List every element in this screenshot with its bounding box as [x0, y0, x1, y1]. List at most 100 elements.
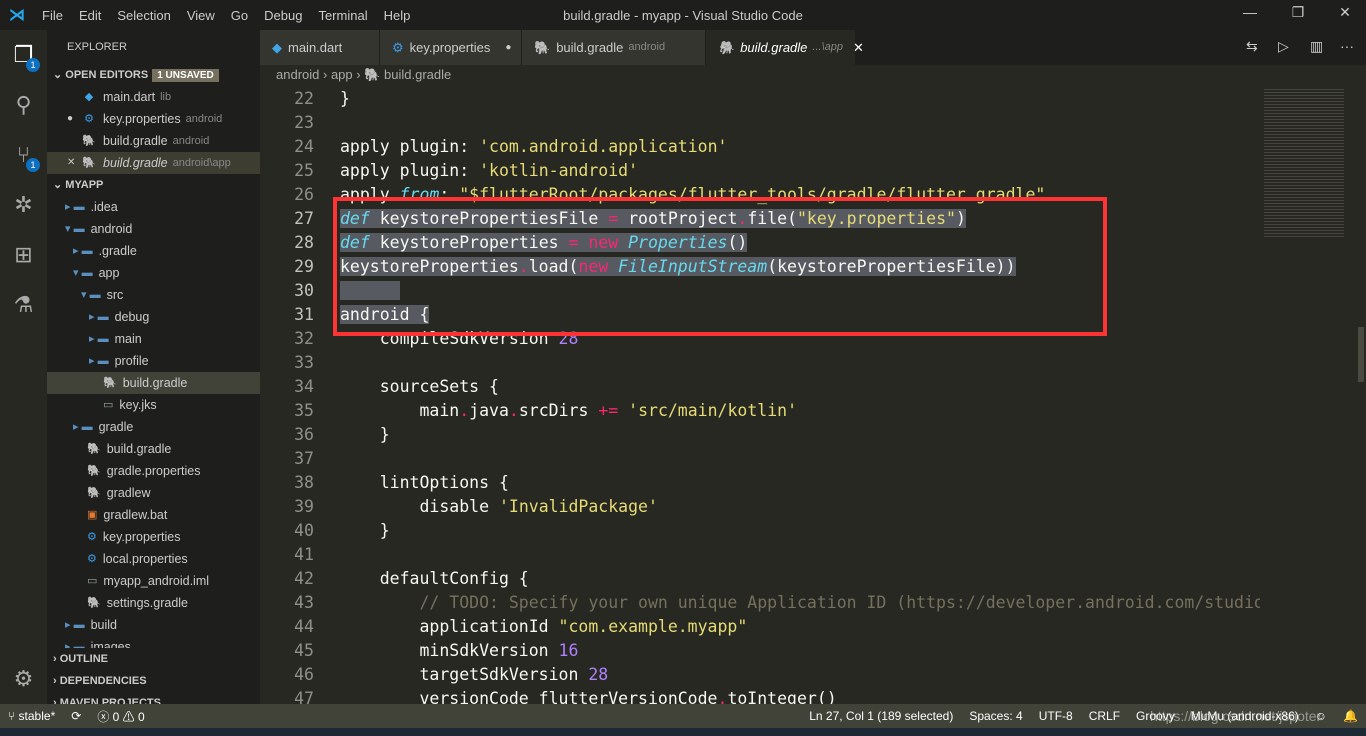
open-editor-item[interactable]: ✕ 🐘 build.gradle android\app	[47, 152, 260, 174]
tree-item[interactable]: ▾ ▬ app	[47, 262, 260, 284]
code-token: minSdkVersion	[340, 641, 559, 660]
source-control-icon[interactable]: ⑂ 1	[0, 130, 47, 180]
tree-item[interactable]: 🐘 build.gradle	[47, 438, 260, 460]
gradle-icon: 🐘	[82, 157, 96, 169]
line-number: 41	[294, 545, 314, 564]
tree-item[interactable]: ▾ ▬ android	[47, 218, 260, 240]
section-dependencies[interactable]: › DEPENDENCIES	[47, 670, 260, 692]
run-icon[interactable]: ▷	[1278, 38, 1289, 55]
breadcrumb-app[interactable]: app	[331, 67, 353, 82]
unsaved-dot-icon[interactable]: ●	[505, 30, 511, 65]
close-icon[interactable]: ✕	[67, 152, 81, 174]
tree-item[interactable]: ▣ gradlew.bat	[47, 504, 260, 526]
menu-debug[interactable]: Debug	[256, 8, 310, 23]
maximize-button[interactable]: ❐	[1278, 4, 1318, 21]
tab-key-properties[interactable]: ⚙ key.properties ●	[380, 30, 522, 65]
explorer-icon[interactable]: ❐ 1	[0, 30, 47, 80]
tree-item[interactable]: 🐘 settings.gradle	[47, 592, 260, 614]
tree-item[interactable]: ▸ ▬ .gradle	[47, 240, 260, 262]
tree-item[interactable]: ▸ ▬ build	[47, 614, 260, 636]
tree-item[interactable]: 🐘 build.gradle	[47, 372, 260, 394]
notifications-bell-icon[interactable]: 🔔	[1335, 709, 1366, 723]
tree-item[interactable]: ▸ ▬ profile	[47, 350, 260, 372]
search-icon[interactable]: ⚲	[0, 80, 47, 130]
minimap[interactable]	[1260, 87, 1356, 704]
code-token: apply	[340, 185, 400, 204]
tree-item[interactable]: ▸ ▬ main	[47, 328, 260, 350]
open-editor-item[interactable]: 🐘 build.gradle android	[47, 130, 260, 152]
close-window-button[interactable]: ✕	[1325, 4, 1365, 21]
code-line: 44 applicationId "com.example.myapp"	[260, 615, 1260, 639]
tree-item-label: settings.gradle	[106, 596, 189, 610]
branch-indicator[interactable]: ⑂ stable*	[0, 709, 63, 723]
vertical-scrollbar[interactable]	[1356, 87, 1366, 704]
tree-item[interactable]: ⚙ key.properties	[47, 526, 260, 548]
line-number: 31	[294, 305, 314, 324]
encoding[interactable]: UTF-8	[1031, 709, 1081, 723]
tree-item[interactable]: ▭ key.jks	[47, 394, 260, 416]
code-token: :	[459, 161, 480, 180]
code-line: 38 lintOptions {	[260, 471, 1260, 495]
tree-item[interactable]: ▸ ▬ images	[47, 636, 260, 648]
line-content: }	[340, 89, 350, 108]
debug-icon[interactable]: ✲	[0, 180, 47, 230]
close-tab-icon[interactable]: ✕	[853, 30, 864, 65]
sync-icon[interactable]: ⟳	[63, 709, 89, 723]
extensions-icon[interactable]: ⊞	[0, 230, 47, 280]
open-editor-item[interactable]: ◆ main.dart lib	[47, 86, 260, 108]
split-editor-icon[interactable]: ▥	[1310, 38, 1323, 55]
menu-selection[interactable]: Selection	[109, 8, 178, 23]
tree-item[interactable]: ▭ myapp_android.iml	[47, 570, 260, 592]
more-actions-icon[interactable]: ···	[1340, 38, 1354, 54]
tree-item[interactable]: 🐘 gradle.properties	[47, 460, 260, 482]
line-number: 47	[294, 689, 314, 704]
tree-item[interactable]: 🐘 gradlew	[47, 482, 260, 504]
code-token: from	[399, 185, 440, 204]
menu-terminal[interactable]: Terminal	[310, 8, 375, 23]
minimize-button[interactable]: —	[1230, 4, 1270, 20]
menu-go[interactable]: Go	[223, 8, 256, 23]
unsaved-dot-icon[interactable]: ●	[67, 108, 81, 130]
tree-item[interactable]: ▸ ▬ .idea	[47, 196, 260, 218]
tab-build-gradle[interactable]: 🐘 build.gradle ...\app ✕	[706, 30, 864, 65]
code-token: }	[340, 521, 390, 540]
code-token: applicationId	[340, 617, 559, 636]
open-editor-item[interactable]: ● ⚙ key.properties android	[47, 108, 260, 130]
tree-item[interactable]: ▾ ▬ src	[47, 284, 260, 306]
line-ending[interactable]: CRLF	[1081, 709, 1128, 723]
line-number: 45	[294, 641, 314, 660]
indentation[interactable]: Spaces: 4	[961, 709, 1030, 723]
open-editors-section[interactable]: ⌄ OPEN EDITORS 1 UNSAVED	[47, 64, 260, 86]
breadcrumb-android[interactable]: android	[276, 67, 319, 82]
tab-main-dart[interactable]: ◆ main.dart	[260, 30, 380, 65]
problems-indicator[interactable]: ⓧ 0 ⚠ 0	[89, 708, 152, 725]
code-token: keystoreProperties	[369, 233, 569, 252]
menu-view[interactable]: View	[179, 8, 223, 23]
project-section[interactable]: ⌄ MYAPP	[47, 174, 260, 196]
branch-label: stable*	[18, 709, 56, 723]
menu-file[interactable]: File	[34, 8, 71, 23]
tree-item[interactable]: ⚙ local.properties	[47, 548, 260, 570]
code-token: 'kotlin-android'	[479, 161, 639, 180]
tab-build-gradle[interactable]: 🐘 build.gradle android	[522, 30, 706, 65]
tree-item[interactable]: ▸ ▬ debug	[47, 306, 260, 328]
menu-edit[interactable]: Edit	[71, 8, 109, 23]
tab-path: ...\app	[812, 41, 843, 53]
open-changes-icon[interactable]: ⇆	[1246, 38, 1258, 55]
settings-gear-icon[interactable]: ⚙	[0, 654, 47, 704]
code-token: keystorePropertiesFile	[369, 209, 609, 228]
tree-item[interactable]: ▸ ▬ gradle	[47, 416, 260, 438]
test-flask-icon[interactable]: ⚗	[0, 280, 47, 330]
code-editor[interactable]: 22} 23 24 apply plugin: 'com.android.applic…	[260, 87, 1260, 704]
section-outline[interactable]: › OUTLINE	[47, 648, 260, 670]
code-token: }	[340, 425, 390, 444]
menu-help[interactable]: Help	[376, 8, 419, 23]
line-number: 25	[294, 161, 314, 180]
breadcrumb-file[interactable]: build.gradle	[384, 67, 451, 82]
cursor-position[interactable]: Ln 27, Col 1 (189 selected)	[801, 709, 961, 723]
open-editors-label: OPEN EDITORS	[65, 69, 149, 81]
scm-badge: 1	[26, 158, 40, 172]
code-token: =	[608, 209, 619, 228]
gradle-icon: 🐘	[87, 597, 101, 609]
